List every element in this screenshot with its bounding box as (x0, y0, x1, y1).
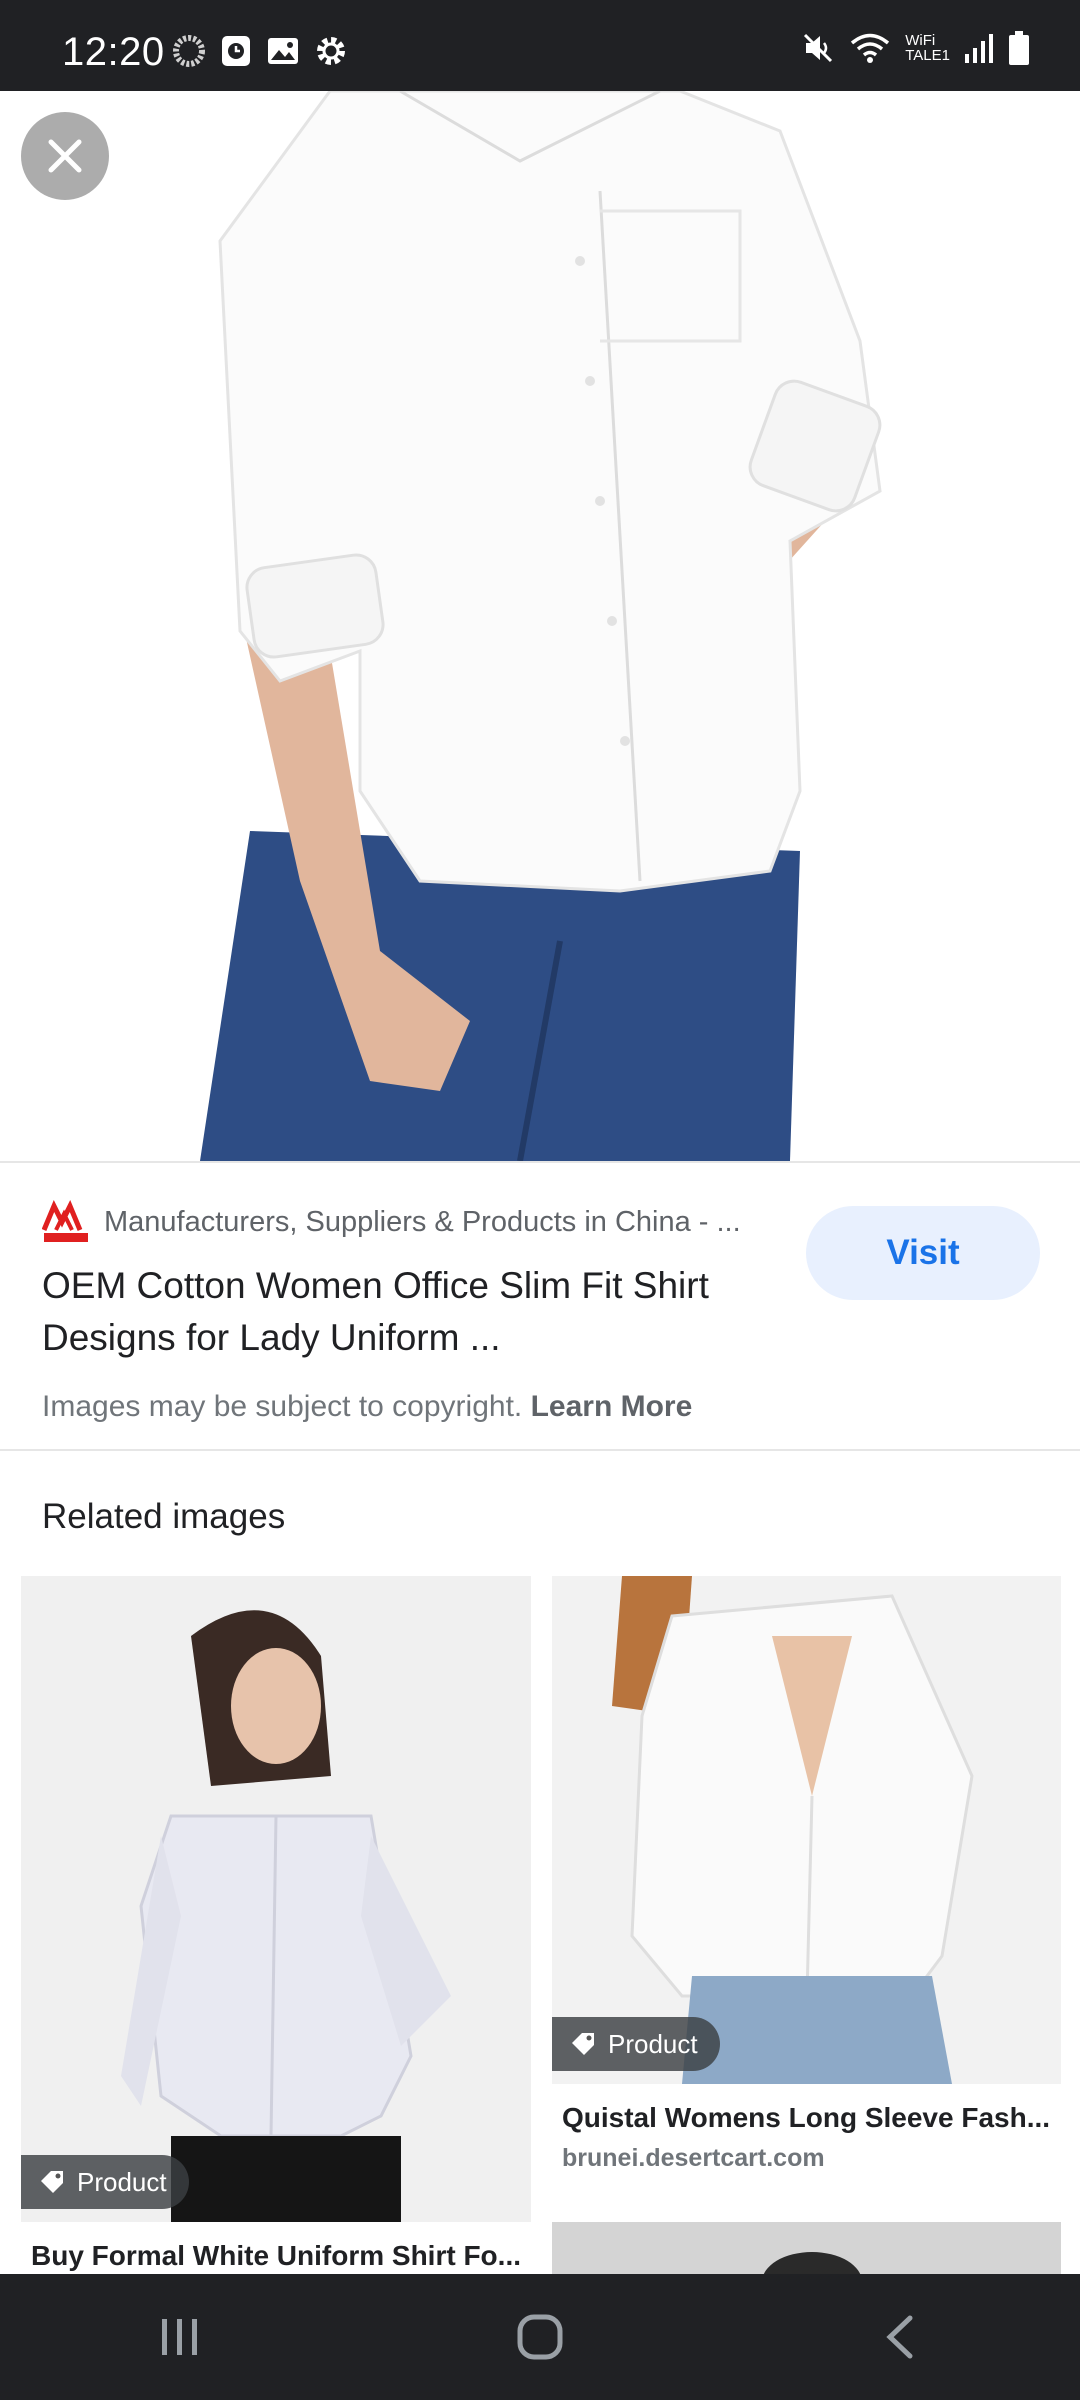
tag-icon (572, 2033, 594, 2055)
close-icon (48, 139, 82, 173)
hero-image[interactable] (0, 91, 1080, 1161)
related-image-1-illustration (21, 1576, 531, 2222)
navigation-bar (0, 2274, 1080, 2400)
related-image-3[interactable] (552, 2222, 1061, 2274)
section-divider (0, 1449, 1080, 1451)
tag-icon (41, 2171, 63, 2193)
hero-illustration (0, 91, 1080, 1161)
site-name: Manufacturers, Suppliers & Products in C… (104, 1205, 741, 1238)
product-badge-1: Product (21, 2155, 189, 2209)
battery-icon (1009, 31, 1029, 65)
related-images-heading: Related images (42, 1497, 286, 1536)
close-button[interactable] (21, 112, 109, 200)
mute-icon (804, 33, 833, 63)
back-icon (886, 2315, 913, 2359)
related-image-1[interactable] (21, 1576, 531, 2222)
status-notification-icons (172, 34, 348, 68)
gallery-icon (268, 38, 298, 64)
back-button[interactable] (850, 2297, 950, 2377)
status-bar: 12:20 WiFi TALE1 (0, 0, 1080, 91)
status-time: 12:20 (62, 30, 165, 74)
clock-icon (222, 36, 250, 66)
product-badge-2: Product (552, 2017, 720, 2071)
page-title[interactable]: OEM Cotton Women Office Slim Fit Shirt D… (42, 1260, 782, 1364)
related-title-1[interactable]: Buy Formal White Uniform Shirt Fo... (31, 2240, 531, 2272)
related-title-2[interactable]: Quistal Womens Long Sleeve Fash... (562, 2102, 1052, 2134)
related-domain-2[interactable]: brunei.desertcart.com (562, 2144, 825, 2173)
recents-icon (162, 2319, 197, 2355)
wifi-icon (851, 33, 890, 63)
signal-icon (965, 34, 993, 63)
home-button[interactable] (490, 2297, 590, 2377)
wifi-label-top: WiFi (905, 32, 936, 49)
learn-more-link[interactable]: Learn More (531, 1390, 693, 1423)
visit-button[interactable]: Visit (806, 1206, 1040, 1300)
related-image-2[interactable] (552, 1576, 1061, 2084)
copyright-text: Images may be subject to copyright. (42, 1390, 523, 1423)
related-image-3-illustration (552, 2222, 1061, 2274)
wifi-label-bottom: TALE1 (905, 47, 950, 64)
site-logo-icon (42, 1200, 88, 1242)
hero-divider (0, 1161, 1080, 1163)
copyright-notice: Images may be subject to copyright. Lear… (42, 1390, 692, 1424)
home-icon (517, 2314, 563, 2360)
settings-icon (317, 37, 345, 65)
recents-button[interactable] (130, 2297, 230, 2377)
sync-icon (173, 35, 205, 67)
status-system-icons: WiFi TALE1 (801, 30, 1030, 66)
wifi-label: WiFi TALE1 (905, 33, 950, 63)
product-badge-1-label: Product (77, 2166, 167, 2197)
product-badge-2-label: Product (608, 2028, 698, 2059)
source-row[interactable]: Manufacturers, Suppliers & Products in C… (42, 1200, 741, 1244)
related-image-2-illustration (552, 1576, 1061, 2084)
